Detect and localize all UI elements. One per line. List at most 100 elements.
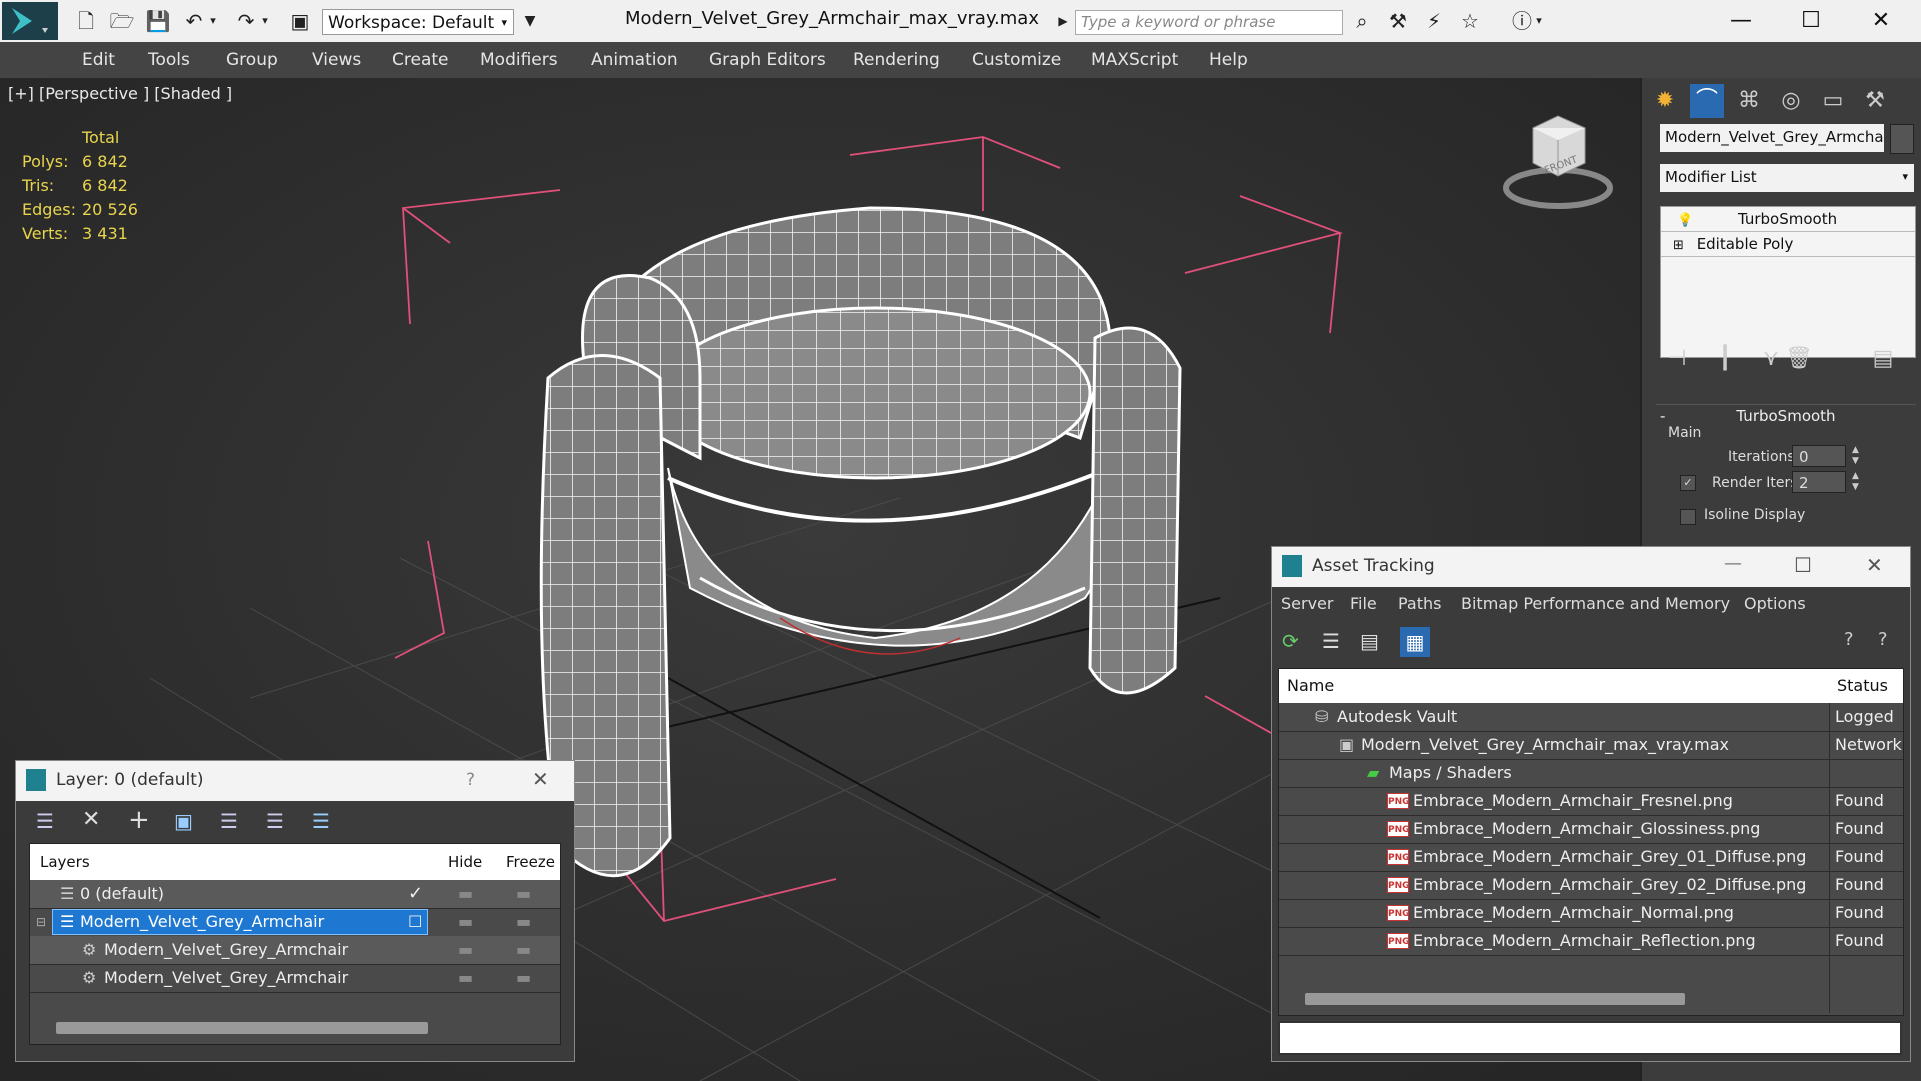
redo-icon[interactable]: ↷ — [232, 8, 260, 34]
workspace-menu-icon[interactable]: ▼ — [516, 8, 544, 34]
layer-row-armchair[interactable]: ⊟ ☰ Modern_Velvet_Grey_Armchair ☐ ▬ ▬ — [30, 908, 560, 937]
asset-horizontal-scrollbar[interactable] — [1305, 993, 1685, 1005]
layer-row-default[interactable]: ☰ 0 (default) ✓ ▬ ▬ — [30, 880, 560, 909]
menu-modifiers[interactable]: Modifiers — [480, 42, 558, 78]
column-layers[interactable]: Layers — [40, 844, 90, 880]
column-status[interactable]: Status — [1837, 669, 1888, 703]
freeze-all-layers-icon[interactable]: ☰ — [312, 809, 330, 833]
layer-object-row[interactable]: ⚙ Modern_Velvet_Grey_Armchair ▬ ▬ — [30, 936, 560, 965]
modify-tab-icon[interactable]: ⌒ — [1690, 84, 1724, 118]
layer-horizontal-scrollbar[interactable] — [56, 1022, 428, 1034]
asset-row[interactable]: ⛁ Autodesk Vault Logged — [1279, 703, 1903, 732]
menu-views[interactable]: Views — [312, 42, 361, 78]
create-layer-icon[interactable]: ☰ — [36, 809, 54, 833]
spinner-arrows-icon[interactable]: ▲ ▼ — [1852, 471, 1859, 493]
column-hide[interactable]: Hide — [448, 844, 482, 880]
show-end-result-icon[interactable]: ┃ — [1708, 342, 1742, 376]
asset-menu-file[interactable]: File — [1350, 587, 1377, 621]
minimize-icon[interactable]: — — [1724, 553, 1742, 574]
communication-icon[interactable]: ⚡ — [1420, 8, 1448, 34]
motion-tab-icon[interactable]: ◎ — [1774, 84, 1808, 118]
table-view-icon[interactable]: ▦ — [1400, 627, 1430, 657]
remove-modifier-icon[interactable]: 🗑 — [1782, 342, 1816, 376]
utilities-tab-icon[interactable]: ⚒ — [1858, 84, 1892, 118]
maximize-icon[interactable]: ☐ — [1786, 4, 1836, 38]
asset-row[interactable]: PNG Embrace_Modern_Armchair_Normal.png F… — [1279, 899, 1903, 928]
modifier-list-dropdown[interactable]: Modifier List ▾ — [1660, 164, 1914, 192]
asset-row[interactable]: PNG Embrace_Modern_Armchair_Reflection.p… — [1279, 927, 1903, 956]
layer-window-title-bar[interactable]: Layer: 0 (default) ? ✕ — [16, 761, 574, 801]
asset-row[interactable]: ▣ Modern_Velvet_Grey_Armchair_max_vray.m… — [1279, 731, 1903, 760]
lightbulb-icon[interactable]: 💡 — [1677, 213, 1693, 228]
expand-plus-icon[interactable]: ⊞ — [1673, 238, 1684, 253]
asset-menu-bitmap[interactable]: Bitmap Performance and Memory — [1461, 587, 1730, 621]
tools-icon[interactable]: ⚒ — [1384, 8, 1412, 34]
maximize-icon[interactable]: ☐ — [1794, 553, 1812, 577]
isoline-checkbox[interactable] — [1680, 509, 1696, 525]
hide-toggle[interactable]: ▬ — [458, 908, 473, 936]
set-active-layer-icon[interactable]: ☐ — [408, 908, 422, 936]
display-tab-icon[interactable]: ▭ — [1816, 84, 1850, 118]
menu-rendering[interactable]: Rendering — [853, 42, 940, 78]
binoculars-icon[interactable]: ⌕ — [1348, 8, 1376, 34]
create-tab-icon[interactable]: ✹ — [1648, 84, 1682, 118]
refresh-icon[interactable]: ⟳ — [1282, 629, 1299, 653]
object-color-swatch[interactable] — [1890, 124, 1914, 154]
save-icon[interactable]: 💾 — [144, 8, 172, 34]
new-file-icon[interactable]: 🗋 — [72, 8, 100, 34]
asset-window-title-bar[interactable]: Asset Tracking — ☐ ✕ — [1272, 547, 1910, 587]
hierarchy-tab-icon[interactable]: ⌘ — [1732, 84, 1766, 118]
highlight-layer-icon[interactable]: ☰ — [220, 809, 238, 833]
redo-dropdown-icon[interactable]: ▾ — [258, 8, 272, 34]
menu-help[interactable]: Help — [1209, 42, 1248, 78]
hide-toggle[interactable]: ▬ — [458, 936, 473, 964]
stack-item-turbosmooth[interactable]: 💡 TurboSmooth — [1661, 207, 1915, 232]
asset-menu-paths[interactable]: Paths — [1398, 587, 1441, 621]
column-freeze[interactable]: Freeze — [506, 844, 555, 880]
minimize-icon[interactable]: — — [1716, 4, 1766, 38]
menu-tools[interactable]: Tools — [148, 42, 190, 78]
menu-maxscript[interactable]: MAXScript — [1091, 42, 1178, 78]
asset-row[interactable]: PNG Embrace_Modern_Armchair_Fresnel.png … — [1279, 787, 1903, 816]
spinner-arrows-icon[interactable]: ▲ ▼ — [1852, 445, 1859, 467]
freeze-toggle[interactable]: ▬ — [516, 964, 531, 992]
freeze-toggle[interactable]: ▬ — [516, 880, 531, 908]
viewport-label[interactable]: [+] [Perspective ] [Shaded ] — [8, 84, 232, 103]
help-dropdown-icon[interactable]: ▾ — [1532, 8, 1546, 34]
asset-menu-options[interactable]: Options — [1744, 587, 1806, 621]
undo-icon[interactable]: ↶ — [180, 8, 208, 34]
hide-all-layers-icon[interactable]: ☰ — [266, 809, 284, 833]
delete-layer-icon[interactable]: ✕ — [82, 807, 100, 832]
asset-row[interactable]: ▰ Maps / Shaders — [1279, 759, 1903, 788]
expand-search-icon[interactable]: ▶ — [1054, 8, 1072, 34]
asset-path-field[interactable] — [1278, 1021, 1902, 1055]
menu-animation[interactable]: Animation — [591, 42, 678, 78]
collapse-minus-icon[interactable]: ⊟ — [36, 908, 46, 936]
pin-stack-icon[interactable]: ⊣ — [1660, 342, 1694, 376]
rollout-header[interactable]: - TurboSmooth — [1656, 405, 1916, 427]
list-view-icon[interactable]: ☰ — [1322, 629, 1340, 653]
search-input[interactable]: Type a keyword or phrase — [1075, 10, 1343, 35]
iterations-spinner[interactable]: 0 — [1792, 445, 1846, 467]
active-layer-checkmark-icon[interactable]: ✓ — [408, 880, 423, 908]
stack-item-editable-poly[interactable]: ⊞ Editable Poly — [1661, 232, 1915, 257]
asset-row[interactable]: PNG Embrace_Modern_Armchair_Grey_02_Diff… — [1279, 871, 1903, 900]
column-name[interactable]: Name — [1287, 669, 1334, 703]
asset-menu-server[interactable]: Server — [1281, 587, 1333, 621]
close-icon[interactable]: ✕ — [532, 767, 549, 791]
add-to-layer-icon[interactable]: + — [128, 805, 150, 835]
open-file-icon[interactable]: 🗁 — [108, 8, 136, 34]
help-icon[interactable]: ? — [1844, 629, 1854, 650]
close-icon[interactable]: ✕ — [1866, 553, 1883, 577]
freeze-toggle[interactable]: ▬ — [516, 936, 531, 964]
context-help-icon[interactable]: ? — [1878, 629, 1888, 650]
select-in-layer-icon[interactable]: ▣ — [174, 809, 193, 833]
app-logo[interactable] — [2, 2, 58, 40]
hide-toggle[interactable]: ▬ — [458, 964, 473, 992]
workspace-dropdown[interactable]: Workspace: Default ▾ — [322, 9, 514, 35]
help-button[interactable]: ? — [466, 770, 475, 790]
configure-modifier-sets-icon[interactable]: ▤ — [1866, 342, 1900, 376]
render-iters-checkbox[interactable]: ✓ — [1680, 475, 1696, 491]
hide-toggle[interactable]: ▬ — [458, 880, 473, 908]
close-icon[interactable]: ✕ — [1856, 4, 1906, 38]
